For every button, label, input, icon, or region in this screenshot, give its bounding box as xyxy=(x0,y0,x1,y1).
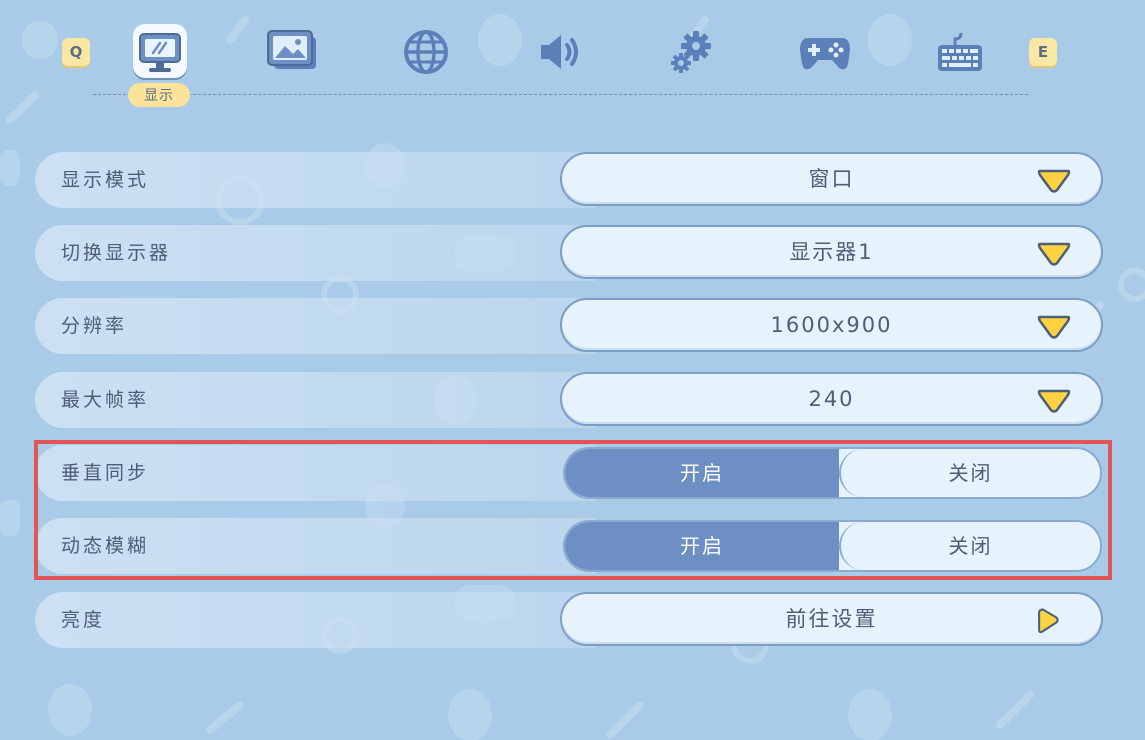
speaker-icon xyxy=(541,35,578,69)
display-mode-dropdown[interactable]: 窗口 xyxy=(560,152,1103,206)
chevron-down-icon xyxy=(1037,315,1071,339)
setting-label: 最大帧率 xyxy=(61,389,150,411)
setting-max-fps: 最大帧率 240 xyxy=(35,372,1105,428)
setting-label: 亮度 xyxy=(61,609,106,631)
dropdown-value: 240 xyxy=(808,387,855,411)
image-icon xyxy=(267,30,316,69)
setting-display-mode: 显示模式 窗口 xyxy=(35,152,1105,208)
dropdown-value: 1600x900 xyxy=(770,313,893,337)
next-tab-key[interactable]: E xyxy=(1029,38,1057,66)
highlight-box xyxy=(34,440,1112,580)
chevron-down-icon xyxy=(1037,389,1071,413)
globe-icon xyxy=(404,30,448,74)
button-value: 前往设置 xyxy=(785,607,878,631)
monitor-dropdown[interactable]: 显示器1 xyxy=(560,225,1103,279)
resolution-dropdown[interactable]: 1600x900 xyxy=(560,298,1103,352)
gamepad-icon xyxy=(800,38,850,70)
setting-brightness: 亮度 前往设置 xyxy=(35,592,1105,648)
next-tab-key-label: E xyxy=(1037,43,1049,61)
nav-divider xyxy=(93,94,1028,95)
keyboard-icon xyxy=(938,32,982,71)
brightness-goto-button[interactable]: 前往设置 xyxy=(560,592,1103,646)
max-fps-dropdown[interactable]: 240 xyxy=(560,372,1103,426)
setting-label: 分辨率 xyxy=(61,315,128,337)
prev-tab-key[interactable]: Q xyxy=(62,38,90,66)
active-tab-label: 显示 xyxy=(128,83,190,107)
tab-sound[interactable] xyxy=(531,24,587,80)
tab-display[interactable] xyxy=(132,24,188,80)
tab-language[interactable] xyxy=(398,24,454,80)
setting-switch-monitor: 切换显示器 显示器1 xyxy=(35,225,1105,281)
prev-tab-key-label: Q xyxy=(69,43,83,61)
setting-label: 显示模式 xyxy=(61,169,150,191)
dropdown-value: 显示器1 xyxy=(789,240,874,264)
tab-controller[interactable] xyxy=(797,24,853,80)
chevron-right-icon xyxy=(1038,608,1059,634)
monitor-icon xyxy=(139,33,181,72)
tab-image[interactable] xyxy=(265,24,321,80)
chevron-down-icon xyxy=(1037,242,1071,266)
tab-keyboard[interactable] xyxy=(932,24,988,80)
dropdown-value: 窗口 xyxy=(808,167,855,191)
chevron-down-icon xyxy=(1037,169,1071,193)
setting-label: 切换显示器 xyxy=(61,242,172,264)
setting-resolution: 分辨率 1600x900 xyxy=(35,298,1105,354)
gears-icon xyxy=(671,31,711,73)
tab-system[interactable] xyxy=(664,24,720,80)
